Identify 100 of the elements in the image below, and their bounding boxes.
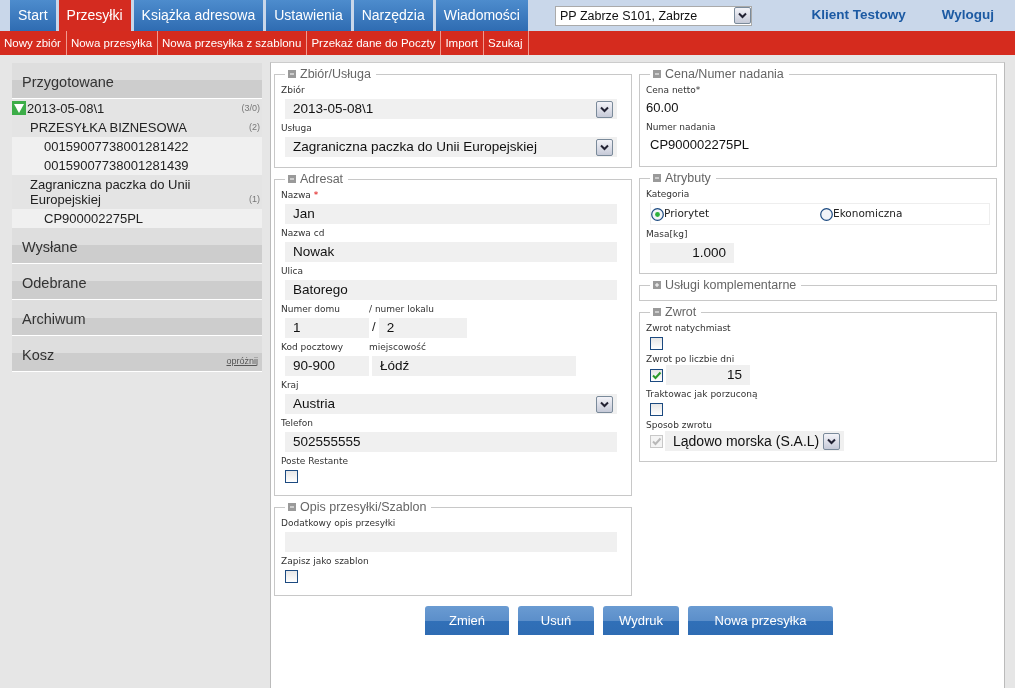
text-field[interactable]: 1.000 xyxy=(650,243,734,263)
text-field[interactable]: 15 xyxy=(666,365,750,385)
plus-square-icon[interactable] xyxy=(653,281,661,289)
checkbox[interactable] xyxy=(285,470,298,483)
nav-tab[interactable]: Narzędzia xyxy=(353,0,433,31)
field-label: Kod pocztowy xyxy=(281,341,345,353)
subnav-link[interactable]: Import xyxy=(441,31,484,55)
subnav-link[interactable]: Szukaj xyxy=(484,31,529,55)
text-field[interactable]: Łódź xyxy=(372,356,576,376)
field-label: Traktowac jak porzuconą xyxy=(646,388,759,400)
field-label: Zbiór xyxy=(281,84,306,96)
checkbox[interactable] xyxy=(650,403,663,416)
dropdown[interactable]: Zagraniczna paczka do Unii Europejskiej xyxy=(285,137,617,157)
subnav-link[interactable]: Nowa przesyłka xyxy=(66,31,159,55)
sidebar-title: Kosz xyxy=(22,346,55,365)
tree-label: 2013-05-08\1 xyxy=(27,101,105,116)
tree-label: PRZESYŁKA BIZNESOWA xyxy=(30,120,187,135)
field-value: CP900002275PL xyxy=(649,135,751,154)
sidebar-title: Archiwum xyxy=(22,310,86,329)
item-count: (2) xyxy=(249,121,260,134)
sidebar-title: Przygotowane xyxy=(22,73,114,92)
item-count: (1) xyxy=(249,193,260,206)
section-title: Opis przesyłki/Szablon xyxy=(300,500,427,514)
dropdown[interactable]: Austria xyxy=(285,394,617,414)
dropdown[interactable]: 2013-05-08\1 xyxy=(285,99,617,119)
action-button[interactable]: Nowa przesyłka xyxy=(688,606,833,635)
text-field[interactable]: 90-900 xyxy=(285,356,369,376)
minus-square-icon[interactable] xyxy=(288,503,296,511)
tree-label: CP900002275PL xyxy=(44,211,144,226)
nav-tab[interactable]: Wiadomości xyxy=(435,0,528,31)
tree-row[interactable]: CP900002275PL xyxy=(12,209,262,228)
field-label: Numer domu xyxy=(281,303,341,315)
field-label: Masa[kg] xyxy=(646,228,689,240)
action-button[interactable]: Zmień xyxy=(425,606,509,635)
field-label: Usługa xyxy=(281,122,313,134)
field-label: Zwrot po liczbie dni xyxy=(646,353,736,365)
field-label: Zapisz jako szablon xyxy=(281,555,370,567)
logout-link[interactable]: Wyloguj xyxy=(941,5,994,26)
field-label: Telefon xyxy=(281,417,314,429)
field-label: Ulica xyxy=(281,265,305,277)
field-label: Nazwa cd xyxy=(281,227,326,239)
field-label: Poste Restante xyxy=(281,455,350,467)
nav-tab[interactable]: Start xyxy=(10,0,56,31)
text-field[interactable]: 502555555 xyxy=(285,432,617,452)
field-label: Kategoria xyxy=(646,188,691,200)
field-label: Numer nadania xyxy=(646,120,717,133)
section-title: Adresat xyxy=(300,172,344,186)
minus-square-icon[interactable] xyxy=(288,70,296,78)
minus-square-icon[interactable] xyxy=(288,175,296,183)
nav-tab[interactable]: Ustawienia xyxy=(266,0,351,31)
section-title: Atrybuty xyxy=(665,171,711,185)
separator-text: / xyxy=(372,317,376,336)
minus-square-icon[interactable] xyxy=(653,308,661,316)
checkbox[interactable] xyxy=(650,369,663,382)
tree-row[interactable]: 00159007738001281439 xyxy=(12,156,262,175)
text-field[interactable]: Jan xyxy=(285,204,617,224)
section-title: Cena/Numer nadania xyxy=(665,67,784,81)
minus-square-icon[interactable] xyxy=(653,174,661,182)
minus-square-icon[interactable] xyxy=(653,70,661,78)
text-field[interactable]: Batorego xyxy=(285,280,617,300)
empty-link[interactable]: opróżnij xyxy=(226,354,258,368)
subnav-link[interactable]: Nowy zbiór xyxy=(0,31,67,55)
tree-row[interactable]: 00159007738001281422 xyxy=(12,137,262,156)
sidebar-header[interactable]: Archiwum xyxy=(12,300,262,336)
radio-button[interactable] xyxy=(820,207,833,221)
section-title: Usługi komplementarne xyxy=(665,278,797,292)
nav-tab[interactable]: Książka adresowa xyxy=(133,0,264,31)
sidebar-title: Wysłane xyxy=(22,238,78,257)
field-label: / numer lokalu xyxy=(369,303,435,315)
collapse-triangle-icon[interactable] xyxy=(12,101,26,115)
text-field[interactable]: 2 xyxy=(378,318,467,338)
subnav-link[interactable]: Nowa przesyłka z szablonu xyxy=(158,31,308,55)
radio-label: Priorytet xyxy=(664,206,710,222)
text-field[interactable]: Nowak xyxy=(285,242,617,262)
text-field[interactable]: 1 xyxy=(285,318,369,338)
office-dropdown[interactable]: PP Zabrze S101, Zabrze xyxy=(555,5,752,26)
field-label: Sposob zwrotu xyxy=(646,419,714,431)
field-label: miejscowość xyxy=(369,341,427,353)
field-value: 60.00 xyxy=(646,99,680,117)
sidebar-header[interactable]: Przygotowane xyxy=(12,63,262,99)
checkbox[interactable] xyxy=(650,337,663,350)
radio-button[interactable] xyxy=(651,207,664,221)
action-button[interactable]: Wydruk xyxy=(603,606,679,635)
checkbox[interactable] xyxy=(285,570,298,583)
required-mark: * xyxy=(313,189,319,201)
section-title: Zbiór/Usługa xyxy=(300,67,371,81)
sidebar-header[interactable]: Kosz opróżnij xyxy=(12,336,262,372)
radio-label: Ekonomiczna xyxy=(833,206,903,222)
tree-label: 00159007738001281439 xyxy=(44,158,189,173)
user-name: Klient Testowy xyxy=(811,6,906,25)
tree-label: 00159007738001281422 xyxy=(44,139,189,154)
section-title: Zwrot xyxy=(665,305,697,319)
tree-row[interactable]: 2013-05-08\1 (3/0) xyxy=(12,99,262,118)
field-label: Kraj xyxy=(281,379,300,391)
sidebar-header[interactable]: Odebrane xyxy=(12,264,262,300)
sidebar-title: Odebrane xyxy=(22,274,87,293)
nav-tab[interactable]: Przesyłki xyxy=(58,0,131,31)
subnav-link[interactable]: Przekaż dane do Poczty xyxy=(307,31,442,55)
sidebar-header[interactable]: Wysłane xyxy=(12,228,262,264)
field-label: Dodatkowy opis przesyłki xyxy=(281,517,397,529)
